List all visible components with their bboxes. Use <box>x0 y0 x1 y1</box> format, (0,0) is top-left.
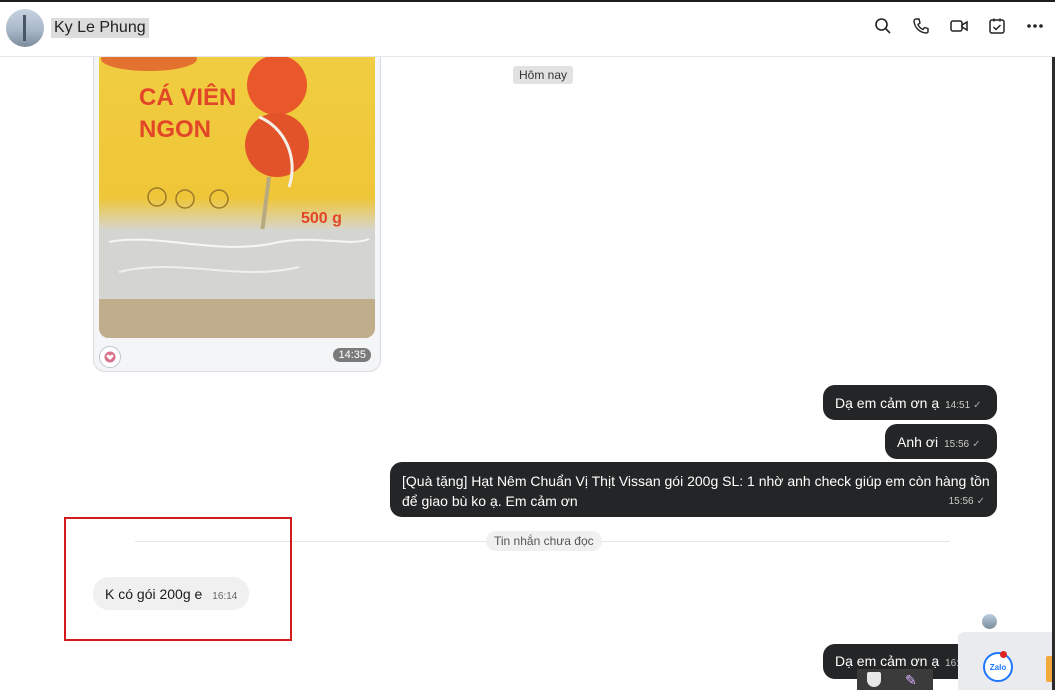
zalo-app-label: Zalo <box>989 662 1007 672</box>
product-photo-illustration: CÁ VIÊN NGON 500 g <box>99 57 375 338</box>
date-separator: Hôm nay <box>513 66 574 84</box>
highlight-box <box>64 517 292 641</box>
message-time: 16: <box>945 658 960 669</box>
message-time: 15:56 <box>948 496 974 507</box>
taskbar-icons: ✎ <box>857 669 933 690</box>
chat-header: Ky Le Phung <box>0 0 1055 57</box>
photo-timestamp: 14:35 <box>333 348 371 362</box>
message-text: Dạ em cảm ơn ạ <box>835 653 940 669</box>
photo-text-line1: CÁ VIÊN <box>139 83 236 111</box>
seen-avatar <box>982 614 997 629</box>
photo-text-line2: NGON <box>139 116 211 143</box>
unread-divider-label: Tin nhắn chưa đọc <box>486 531 602 551</box>
sent-check-icon: ✓ <box>972 439 981 450</box>
search-icon[interactable] <box>873 16 893 36</box>
photo-weight: 500 g <box>301 210 342 227</box>
message-time: 14:51 <box>945 400 971 411</box>
message-text: Dạ em cảm ơn ạ <box>835 395 940 411</box>
reaction-heart-icon[interactable] <box>99 346 121 368</box>
photo-message[interactable]: CÁ VIÊN NGON 500 g 14:35 <box>93 57 381 372</box>
sent-check-icon: ✓ <box>973 400 982 411</box>
phone-icon[interactable] <box>911 16 931 36</box>
product-photo[interactable]: CÁ VIÊN NGON 500 g <box>99 57 375 338</box>
message-text: [Quà tặng] Hạt Nêm Chuẩn Vị Thịt Vissan … <box>402 473 990 509</box>
message-time: 15:56 <box>944 439 970 450</box>
shield-icon[interactable] <box>867 672 881 687</box>
outgoing-message[interactable]: [Quà tặng] Hạt Nêm Chuẩn Vị Thịt Vissan … <box>390 462 997 517</box>
message-text: Anh ơi <box>897 434 939 450</box>
pen-icon[interactable]: ✎ <box>905 672 917 689</box>
header-actions <box>873 16 1045 36</box>
sent-check-icon: ✓ <box>976 496 985 507</box>
notification-dot <box>1000 651 1007 658</box>
outgoing-message[interactable]: Dạ em cảm ơn ạ 14:51 ✓ <box>823 385 997 420</box>
contact-avatar[interactable] <box>6 9 44 47</box>
zalo-app-icon[interactable]: Zalo <box>983 652 1013 682</box>
video-call-icon[interactable] <box>949 16 969 36</box>
more-icon[interactable] <box>1025 16 1045 36</box>
outgoing-message[interactable]: Anh ơi 15:56 ✓ <box>885 424 997 459</box>
task-icon[interactable] <box>987 16 1007 36</box>
message-list[interactable]: CÁ VIÊN NGON 500 g 14:35 Hôm nay Dạ em c… <box>0 57 1055 690</box>
contact-name[interactable]: Ky Le Phung <box>51 18 149 38</box>
